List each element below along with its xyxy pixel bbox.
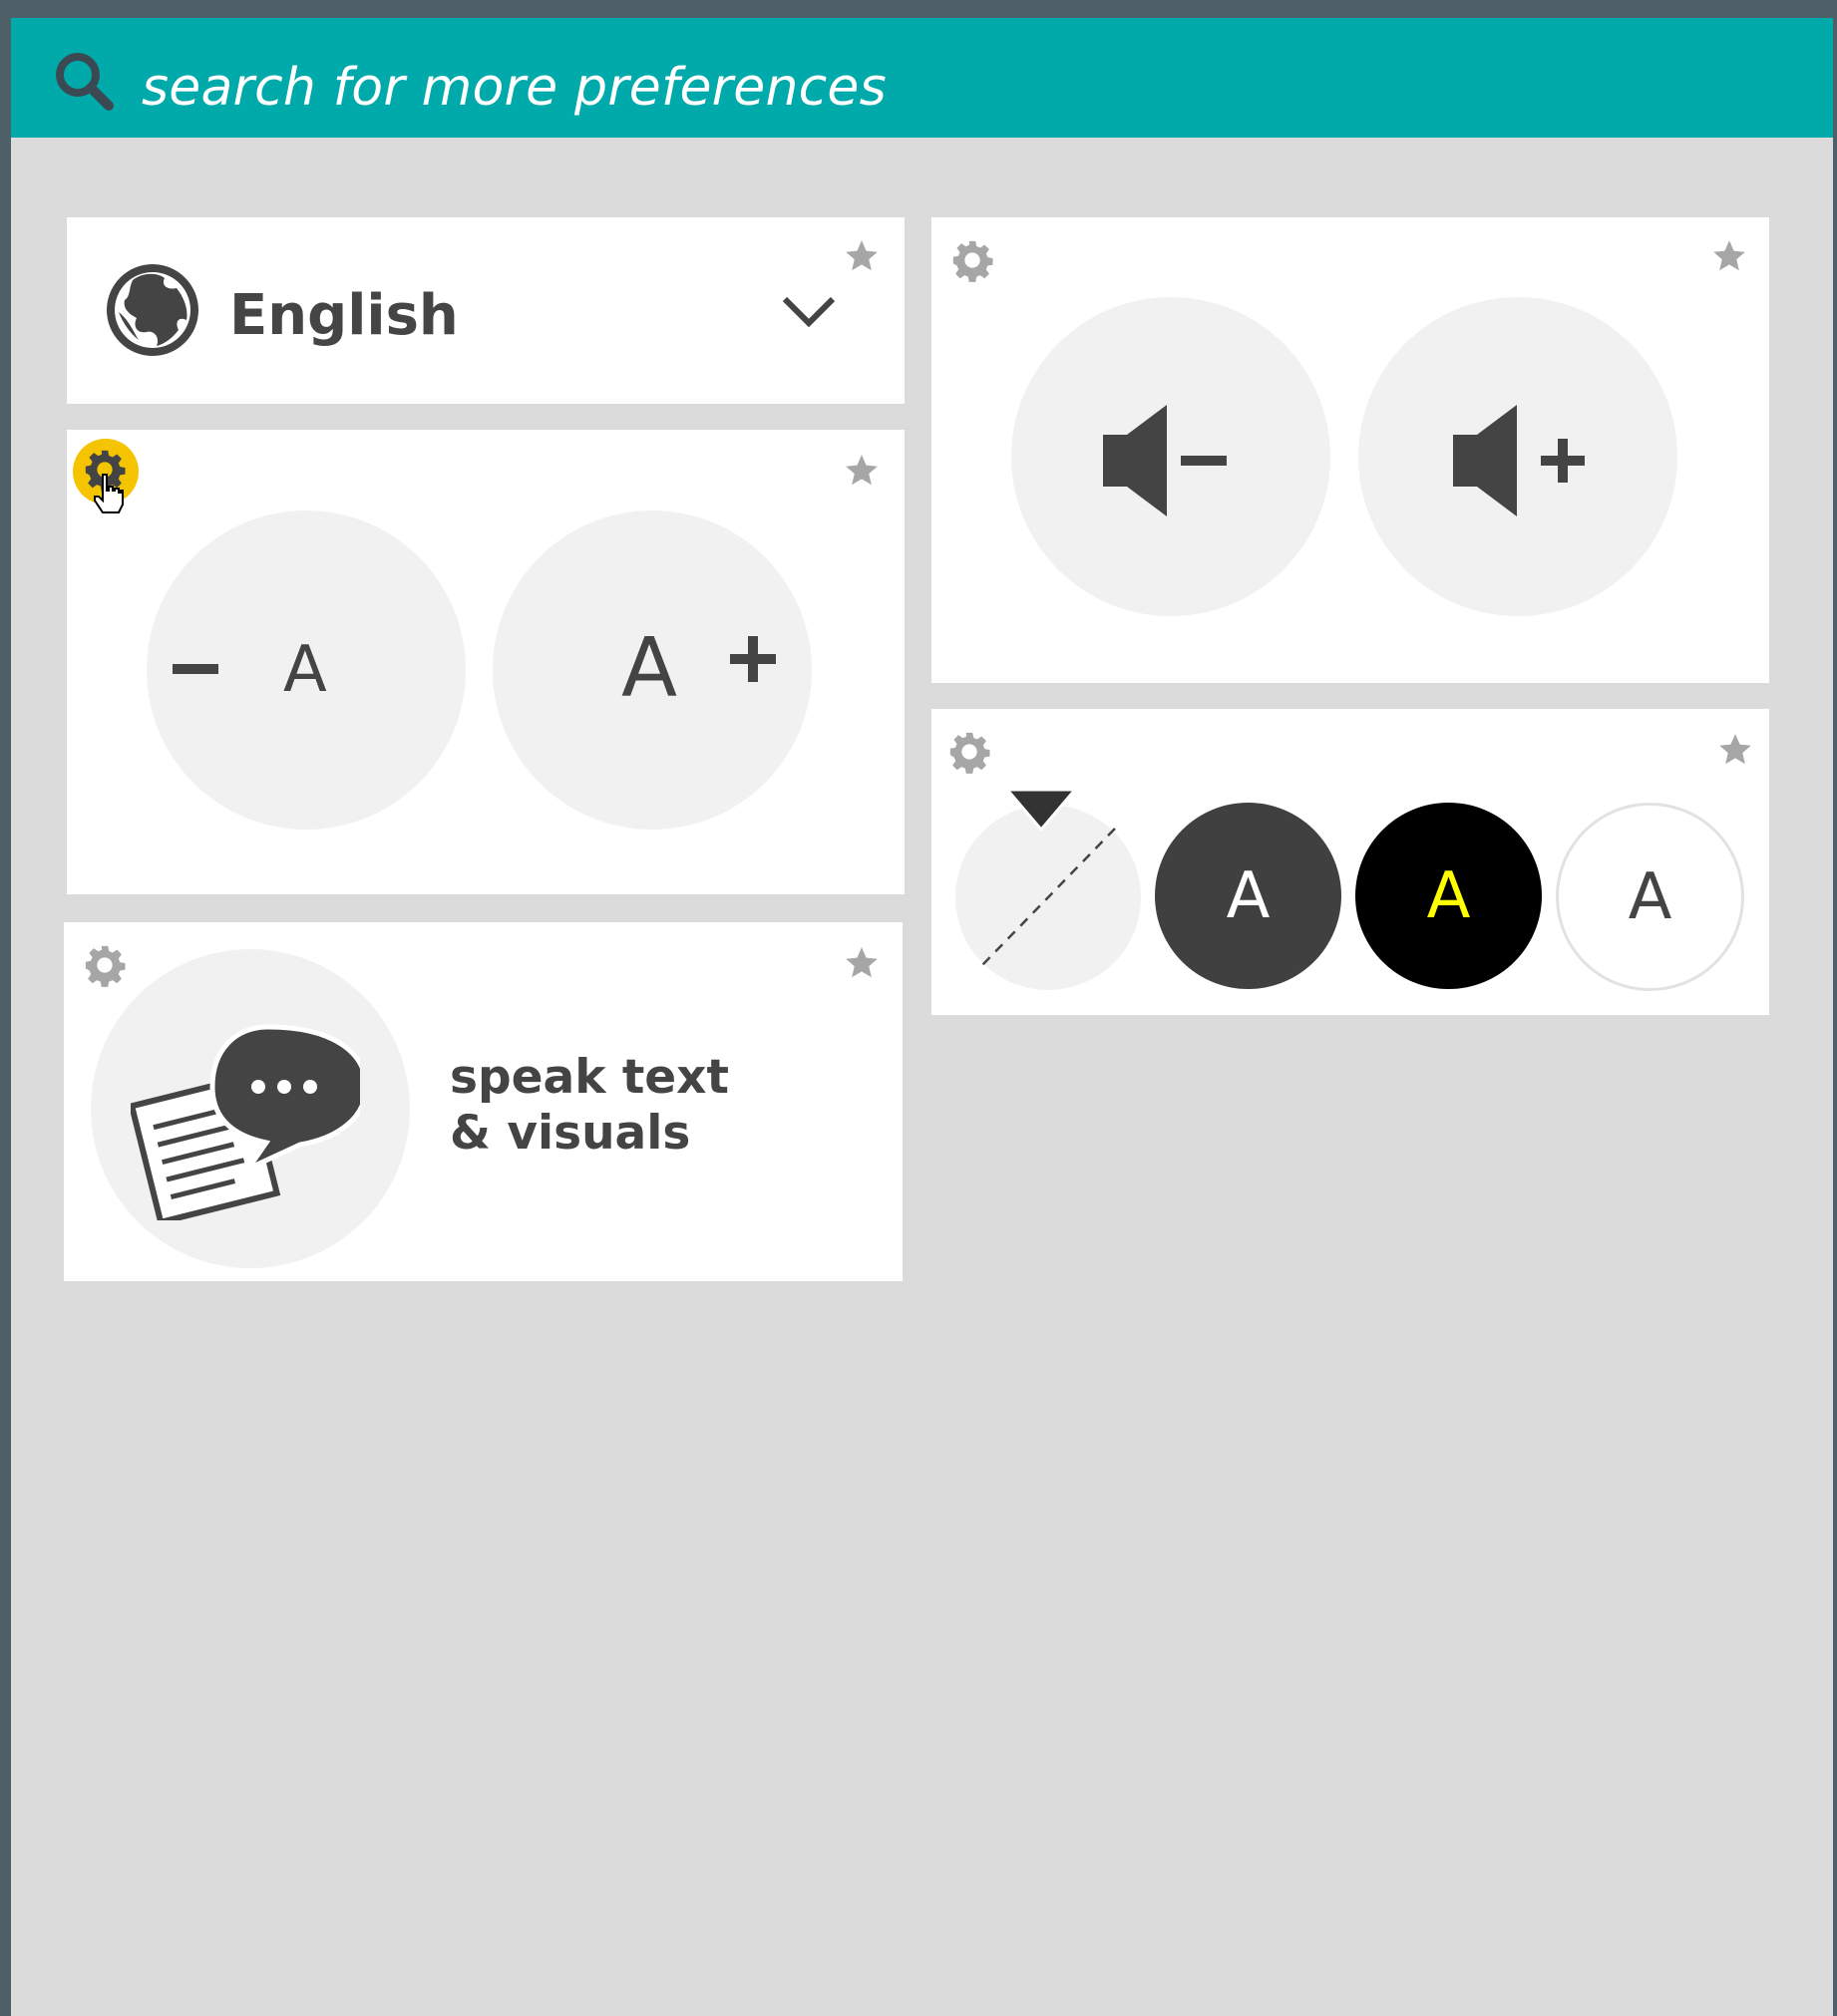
volume-up-icon <box>1453 405 1585 516</box>
speak-text-button[interactable] <box>91 949 410 1268</box>
contrast-card: A A A <box>931 709 1769 1015</box>
volume-down-icon <box>1103 405 1227 516</box>
speak-text-line-1: speak text <box>450 1050 729 1105</box>
chevron-down-icon[interactable] <box>781 293 837 329</box>
speak-text-card: speak text & visuals <box>64 922 903 1281</box>
gear-icon[interactable] <box>949 237 995 283</box>
star-icon[interactable] <box>1710 237 1748 275</box>
increase-text-size-label: A <box>621 621 678 716</box>
speech-bubble-document-icon <box>131 1024 360 1220</box>
language-card: English <box>67 217 905 404</box>
hand-cursor-icon <box>94 474 124 513</box>
star-icon[interactable] <box>843 944 881 982</box>
search-input[interactable]: search for more preferences <box>142 58 887 118</box>
volume-down-button[interactable] <box>1011 297 1330 616</box>
decrease-text-size-label: A <box>283 633 327 707</box>
selected-indicator-icon <box>1007 790 1075 833</box>
volume-card <box>931 217 1769 683</box>
globe-icon <box>107 264 198 356</box>
contrast-option-dark-grey[interactable]: A <box>1155 803 1341 989</box>
contrast-option-white[interactable]: A <box>1556 803 1744 991</box>
search-bar[interactable]: search for more preferences <box>11 18 1833 138</box>
increase-text-size-button[interactable]: A <box>493 510 812 830</box>
contrast-option-dark-grey-label: A <box>1226 859 1271 933</box>
language-label[interactable]: English <box>229 283 459 348</box>
star-icon[interactable] <box>1716 731 1754 769</box>
contrast-option-black-yellow[interactable]: A <box>1355 803 1542 989</box>
text-size-card: A A <box>67 430 905 894</box>
speak-text-label: speak text & visuals <box>450 1050 769 1162</box>
contrast-option-white-label: A <box>1628 860 1672 934</box>
decrease-text-size-button[interactable]: A <box>147 510 466 830</box>
contrast-option-black-yellow-label: A <box>1426 859 1471 933</box>
gear-icon[interactable] <box>82 942 128 988</box>
plus-icon <box>730 636 776 682</box>
search-icon[interactable] <box>51 48 117 114</box>
speak-text-line-2: & visuals <box>450 1106 691 1161</box>
star-icon[interactable] <box>843 452 881 490</box>
gear-icon[interactable] <box>946 729 992 775</box>
star-icon[interactable] <box>843 237 881 275</box>
minus-icon <box>173 664 218 674</box>
volume-up-button[interactable] <box>1358 297 1677 616</box>
